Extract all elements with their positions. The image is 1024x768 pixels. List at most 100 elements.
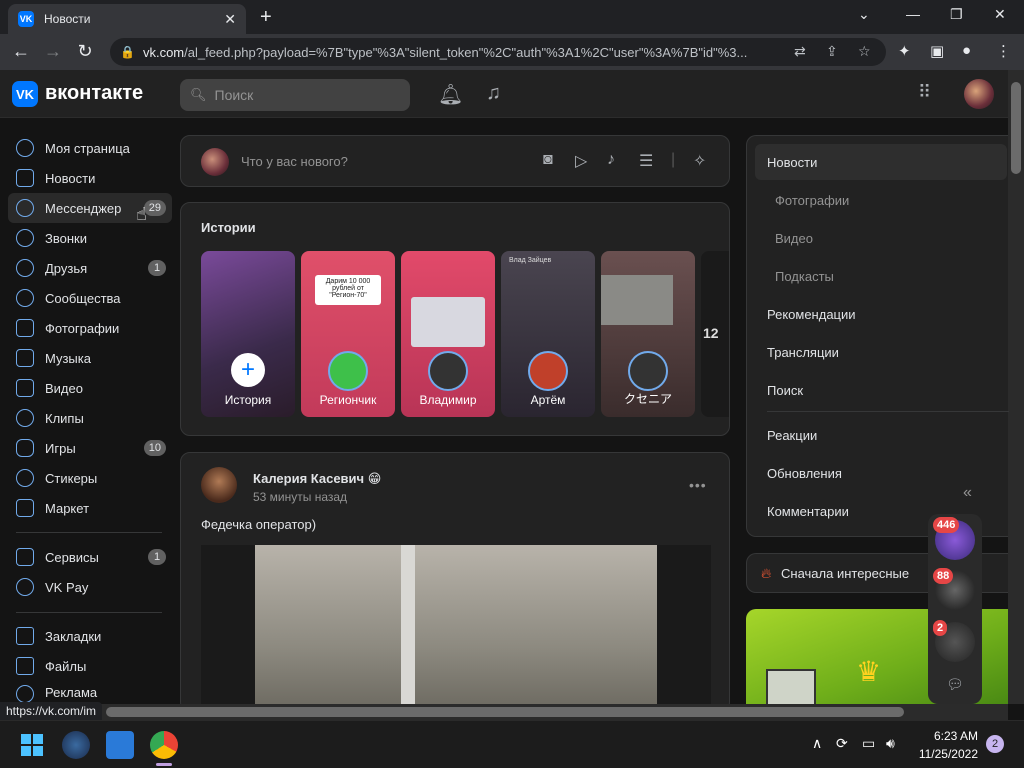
right-nav-news[interactable]: Новости <box>755 144 1007 180</box>
post-photo-image[interactable] <box>255 545 657 711</box>
browser-tab[interactable]: VK Новости ✕ <box>8 4 246 34</box>
right-nav-photos[interactable]: Фотографии <box>755 182 1007 218</box>
chat-bubble-icon[interactable]: 💬︎ <box>946 676 964 693</box>
vk-logo-text[interactable]: вконтакте <box>45 82 143 105</box>
games-badge: 10 <box>143 440 166 456</box>
windows-start-icon[interactable] <box>18 731 46 759</box>
post-composer[interactable]: Что у вас нового? ◙ ▷ ♪ ☰ | ✧ <box>180 135 730 187</box>
sidebar-item-my-page[interactable]: Моя страница <box>8 133 172 163</box>
camera-icon[interactable]: ◙ <box>543 151 553 169</box>
story-item[interactable]: クセニア <box>601 251 695 417</box>
right-nav-recommendations[interactable]: Рекомендации <box>755 296 1007 332</box>
sidebar-item-calls[interactable]: Звонки <box>8 223 172 253</box>
clock-date[interactable]: 11/25/2022 <box>910 747 978 761</box>
close-tab-icon[interactable]: ✕ <box>224 11 236 28</box>
sidebar-item-news[interactable]: Новости <box>8 163 172 193</box>
steam-icon[interactable] <box>62 731 90 759</box>
more-options-icon[interactable]: ••• <box>689 477 707 493</box>
omnibox[interactable]: 🔒 vk.com/al_feed.php?payload=%7B"type"%3… <box>110 38 886 66</box>
phone-icon <box>16 229 34 247</box>
close-window-icon[interactable]: ✕ <box>994 6 1006 23</box>
search-box[interactable]: 🔍︎ <box>180 79 410 111</box>
video-icon <box>16 379 34 397</box>
new-tab-icon[interactable]: + <box>260 6 272 29</box>
music-note-icon[interactable]: ♪ <box>607 151 615 169</box>
sidebar-item-bookmarks[interactable]: Закладки <box>8 621 172 651</box>
play-icon[interactable]: ▷ <box>575 151 587 171</box>
side-panel-icon[interactable]: ▣ <box>930 42 944 60</box>
story-label: Региончик <box>319 393 377 407</box>
search-input[interactable] <box>214 87 395 103</box>
reload-icon[interactable]: ↻ <box>74 41 96 62</box>
post-author-name[interactable]: Калерия Касевич 😁 <box>253 471 381 487</box>
user-avatar[interactable] <box>964 79 994 109</box>
right-nav-reactions[interactable]: Реакции <box>755 417 1007 453</box>
sidebar-divider <box>16 532 162 533</box>
volume-icon[interactable]: 🔊︎ <box>886 735 895 752</box>
browser-tab-bar: VK Новости ✕ + ⌄ — ❐ ✕ <box>0 0 1024 34</box>
text-format-icon[interactable]: ☰ <box>639 151 653 171</box>
vk-logo-icon[interactable]: VK <box>12 81 38 107</box>
post-author-avatar[interactable] <box>201 467 237 503</box>
profile-icon[interactable]: ● <box>962 42 971 59</box>
story-item[interactable]: Влад Зайцев Артём <box>501 251 595 417</box>
sidebar-item-music[interactable]: Музыка <box>8 343 172 373</box>
friends-icon <box>16 259 34 277</box>
sidebar-item-vkpay[interactable]: VK Pay <box>8 572 172 602</box>
story-item[interactable]: 12 <box>701 251 729 417</box>
right-nav-search[interactable]: Поиск <box>755 372 1007 408</box>
sidebar-item-messenger[interactable]: Мессенджер 29 <box>8 193 172 223</box>
right-nav-video[interactable]: Видео <box>755 220 1007 256</box>
extensions-icon[interactable]: ✦ <box>898 42 911 60</box>
back-icon[interactable]: ← <box>10 41 32 62</box>
forward-icon[interactable]: → <box>42 41 64 62</box>
sidebar-item-ads[interactable]: Реклама <box>8 681 172 703</box>
right-nav-broadcasts[interactable]: Трансляции <box>755 334 1007 370</box>
vk-favicon-icon: VK <box>18 11 34 27</box>
story-image <box>601 275 673 325</box>
sidebar-item-clips[interactable]: Клипы <box>8 403 172 433</box>
music-icon[interactable]: ♫ <box>486 82 501 105</box>
file-icon <box>16 657 34 675</box>
sidebar-item-market[interactable]: Маркет <box>8 493 172 523</box>
restore-icon[interactable]: ❐ <box>950 6 963 23</box>
composer-placeholder[interactable]: Что у вас нового? <box>241 154 348 169</box>
sidebar-item-files[interactable]: Файлы <box>8 651 172 681</box>
vertical-scroll-thumb[interactable] <box>1011 82 1021 174</box>
share-icon[interactable]: ⇪ <box>826 43 838 60</box>
chrome-icon[interactable] <box>150 731 178 759</box>
menu-icon[interactable]: ⋮ <box>996 42 1011 60</box>
left-sidebar: Моя страница Новости Мессенджер 29 Звонки… <box>0 118 178 704</box>
display-icon[interactable]: ▭ <box>862 735 875 752</box>
story-item[interactable]: Дарим 10 000 рублей от "Регион-70" Регио… <box>301 251 395 417</box>
sidebar-item-communities[interactable]: Сообщества <box>8 283 172 313</box>
sidebar-item-games[interactable]: Игры 10 <box>8 433 172 463</box>
sidebar-item-services[interactable]: Сервисы 1 <box>8 542 172 572</box>
collapse-chevron-icon[interactable]: « <box>963 484 972 502</box>
sync-icon[interactable]: ⟳ <box>836 735 848 752</box>
photo-pole <box>401 545 415 711</box>
bookmark-star-icon[interactable]: ☆ <box>858 43 871 60</box>
add-story-icon[interactable]: + <box>231 353 265 387</box>
chevron-down-icon[interactable]: ⌄ <box>858 6 870 23</box>
tray-chevron-up-icon[interactable]: ∧ <box>812 735 822 752</box>
sidebar-item-photos[interactable]: Фотографии <box>8 313 172 343</box>
message-icon <box>16 199 34 217</box>
apps-grid-icon[interactable]: ⠿ <box>918 82 931 103</box>
mail-icon[interactable] <box>106 731 134 759</box>
idea-icon[interactable]: ✧ <box>693 151 706 171</box>
story-create[interactable]: + История <box>201 251 295 417</box>
horizontal-scroll-thumb[interactable] <box>106 707 904 717</box>
bell-icon[interactable]: 🔔︎ <box>438 82 463 107</box>
sidebar-item-stickers[interactable]: Стикеры <box>8 463 172 493</box>
post-time[interactable]: 53 минуты назад <box>253 490 347 504</box>
sidebar-item-friends[interactable]: Друзья 1 <box>8 253 172 283</box>
notification-badge[interactable]: 2 <box>986 735 1004 753</box>
clock-time[interactable]: 6:23 AM <box>922 729 978 743</box>
post-photo[interactable] <box>201 545 711 711</box>
story-item[interactable]: Владимир <box>401 251 495 417</box>
sidebar-item-video[interactable]: Видео <box>8 373 172 403</box>
right-nav-podcasts[interactable]: Подкасты <box>755 258 1007 294</box>
translate-icon[interactable]: ⇄ <box>794 43 806 60</box>
minimize-icon[interactable]: — <box>906 6 920 22</box>
